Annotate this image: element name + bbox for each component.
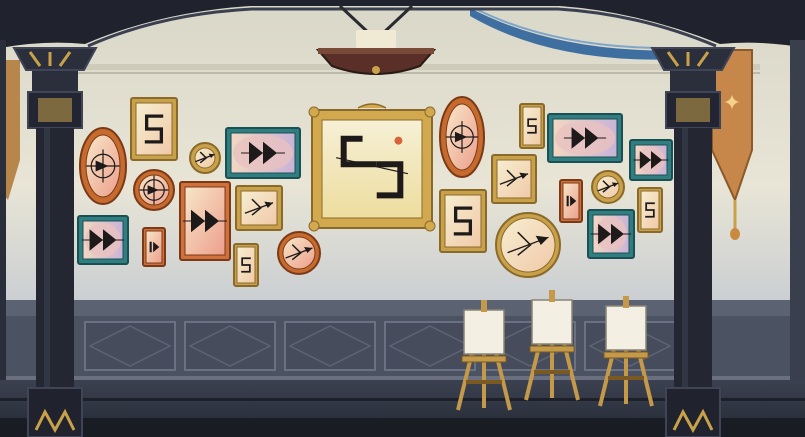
painting-frame-22[interactable] <box>637 187 663 233</box>
painting-frame-18[interactable] <box>547 113 623 163</box>
painting-frame-23[interactable] <box>587 209 635 259</box>
banner-star-icon: ✦ <box>723 91 741 116</box>
painting-frame-16[interactable] <box>519 103 545 149</box>
painting-frame-12[interactable] <box>308 103 436 232</box>
painting-frame-13[interactable] <box>439 96 485 178</box>
right-edge-wall <box>790 40 805 380</box>
painting-frame-6[interactable] <box>179 181 231 261</box>
painting-frame-1[interactable] <box>79 127 127 205</box>
painting-frame-15[interactable] <box>439 189 487 253</box>
gallery-svg: ✦ <box>0 0 805 437</box>
gallery-scene: ✦ <box>0 0 805 437</box>
painting-frame-19[interactable] <box>559 179 583 223</box>
painting-frame-3[interactable] <box>189 142 221 174</box>
painting-frame-11[interactable] <box>77 215 129 265</box>
painting-frame-17[interactable] <box>495 212 561 278</box>
painting-frame-7[interactable] <box>235 185 283 231</box>
painting-frame-2[interactable] <box>130 97 178 161</box>
left-edge-wall <box>0 40 6 380</box>
painting-frame-8[interactable] <box>142 227 166 267</box>
painting-frame-20[interactable] <box>591 170 625 204</box>
blank-canvas[interactable] <box>531 299 573 345</box>
painting-frame-14[interactable] <box>491 154 537 204</box>
molding-line <box>60 72 760 74</box>
blank-canvas[interactable] <box>605 305 647 351</box>
blank-canvas[interactable] <box>463 309 505 355</box>
painting-frame-5[interactable] <box>225 127 301 179</box>
painting-frame-4[interactable] <box>133 169 175 211</box>
banner-tassel-end <box>730 228 740 240</box>
painting-frame-21[interactable] <box>629 139 673 181</box>
painting-frame-10[interactable] <box>277 231 321 275</box>
painting-frame-9[interactable] <box>233 243 259 287</box>
